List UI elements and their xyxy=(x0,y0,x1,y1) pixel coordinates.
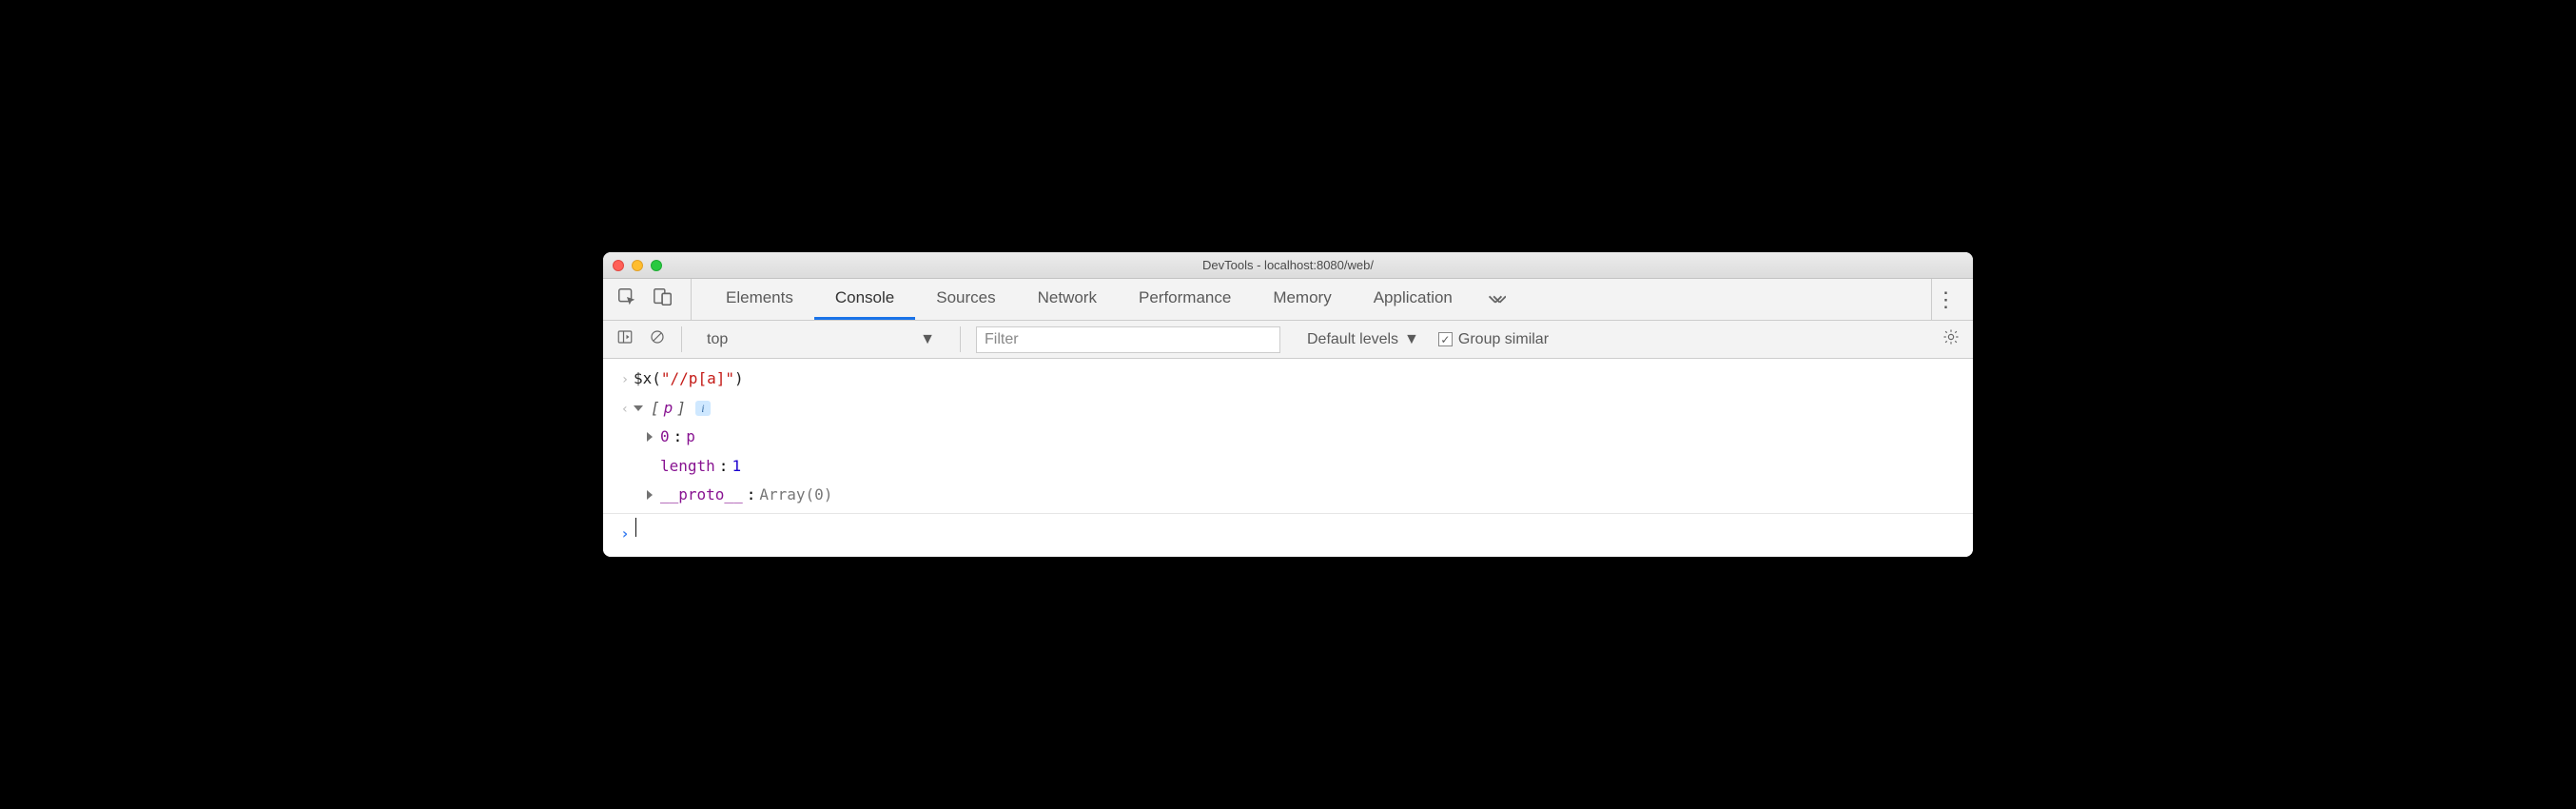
expr-fn: $x xyxy=(634,369,652,387)
chevron-down-icon: ▼ xyxy=(920,331,935,348)
main-tabbar: Elements Console Sources Network Perform… xyxy=(603,279,1973,321)
disclosure-triangle-icon[interactable] xyxy=(647,490,653,500)
prop-sep: : xyxy=(719,452,729,481)
execution-context-select[interactable]: top ▼ xyxy=(697,326,945,353)
close-window-button[interactable] xyxy=(613,260,624,271)
prop-val: 1 xyxy=(732,452,741,481)
expr-open: ( xyxy=(652,369,661,387)
tab-elements[interactable]: Elements xyxy=(705,279,814,320)
result-element: p xyxy=(664,394,673,423)
tab-sources[interactable]: Sources xyxy=(915,279,1016,320)
group-similar-checkbox[interactable]: ✓ xyxy=(1438,332,1453,346)
disclosure-triangle-open-icon[interactable] xyxy=(634,405,643,411)
window-title: DevTools - localhost:8080/web/ xyxy=(603,258,1973,272)
result-bracket-open: [ xyxy=(651,394,660,423)
minimize-window-button[interactable] xyxy=(632,260,643,271)
inspect-element-icon[interactable] xyxy=(616,286,637,312)
tab-performance[interactable]: Performance xyxy=(1118,279,1252,320)
disclosure-triangle-icon[interactable] xyxy=(647,432,653,442)
console-input-row: › $x("//p[a]") xyxy=(603,365,1973,393)
zoom-window-button[interactable] xyxy=(651,260,662,271)
console-toolbar: top ▼ Default levels ▼ ✓ Group similar xyxy=(603,321,1973,359)
prop-key: __proto__ xyxy=(660,481,743,509)
tab-application[interactable]: Application xyxy=(1353,279,1473,320)
expr-arg: "//p[a]" xyxy=(661,369,734,387)
divider xyxy=(603,513,1973,514)
result-line-1[interactable]: length: 1 xyxy=(647,452,1960,481)
tab-memory[interactable]: Memory xyxy=(1252,279,1352,320)
clear-console-icon[interactable] xyxy=(649,328,666,350)
tab-console[interactable]: Console xyxy=(814,279,915,320)
prop-val: p xyxy=(686,423,695,451)
text-cursor xyxy=(635,518,636,537)
console-settings-icon[interactable] xyxy=(1942,328,1960,351)
titlebar: DevTools - localhost:8080/web/ xyxy=(603,252,1973,279)
settings-menu-button[interactable]: ⋮ xyxy=(1931,279,1960,320)
result-summary[interactable]: [p] i xyxy=(634,394,1960,423)
filter-input[interactable] xyxy=(976,326,1280,353)
traffic-lights xyxy=(613,260,662,271)
console-sidebar-toggle-icon[interactable] xyxy=(616,328,634,350)
console-prompt-row[interactable]: › xyxy=(603,518,1973,548)
prop-sep: : xyxy=(747,481,756,509)
info-badge-icon[interactable]: i xyxy=(695,401,711,416)
more-tabs-button[interactable] xyxy=(1473,279,1517,320)
result-bracket-close: ] xyxy=(676,394,686,423)
prop-key: 0 xyxy=(660,423,670,451)
prop-key: length xyxy=(660,452,715,481)
devtools-window: DevTools - localhost:8080/web/ Elements … xyxy=(603,252,1973,556)
log-levels-label: Default levels xyxy=(1307,331,1398,348)
panel-tabs: Elements Console Sources Network Perform… xyxy=(705,279,1473,320)
result-line-0[interactable]: 0: p xyxy=(647,423,1960,451)
group-similar-label: Group similar xyxy=(1458,331,1549,348)
prop-val: Array(0) xyxy=(759,481,832,509)
tab-network[interactable]: Network xyxy=(1017,279,1118,320)
prop-sep: : xyxy=(673,423,683,451)
expr-close: ) xyxy=(734,369,744,387)
device-toolbar-icon[interactable] xyxy=(653,286,673,312)
execution-context-label: top xyxy=(707,331,728,348)
output-caret-icon: ‹ xyxy=(616,394,634,423)
console-result-row: ‹ [p] i 0: p length: 1 xyxy=(603,394,1973,510)
result-line-2[interactable]: __proto__: Array(0) xyxy=(647,481,1960,509)
chevron-down-icon: ▼ xyxy=(1404,331,1419,348)
prompt-caret-icon: › xyxy=(616,518,634,548)
log-levels-select[interactable]: Default levels ▼ xyxy=(1296,331,1419,348)
console-output: › $x("//p[a]") ‹ [p] i 0: p xyxy=(603,359,1973,556)
input-caret-icon: › xyxy=(616,365,634,393)
